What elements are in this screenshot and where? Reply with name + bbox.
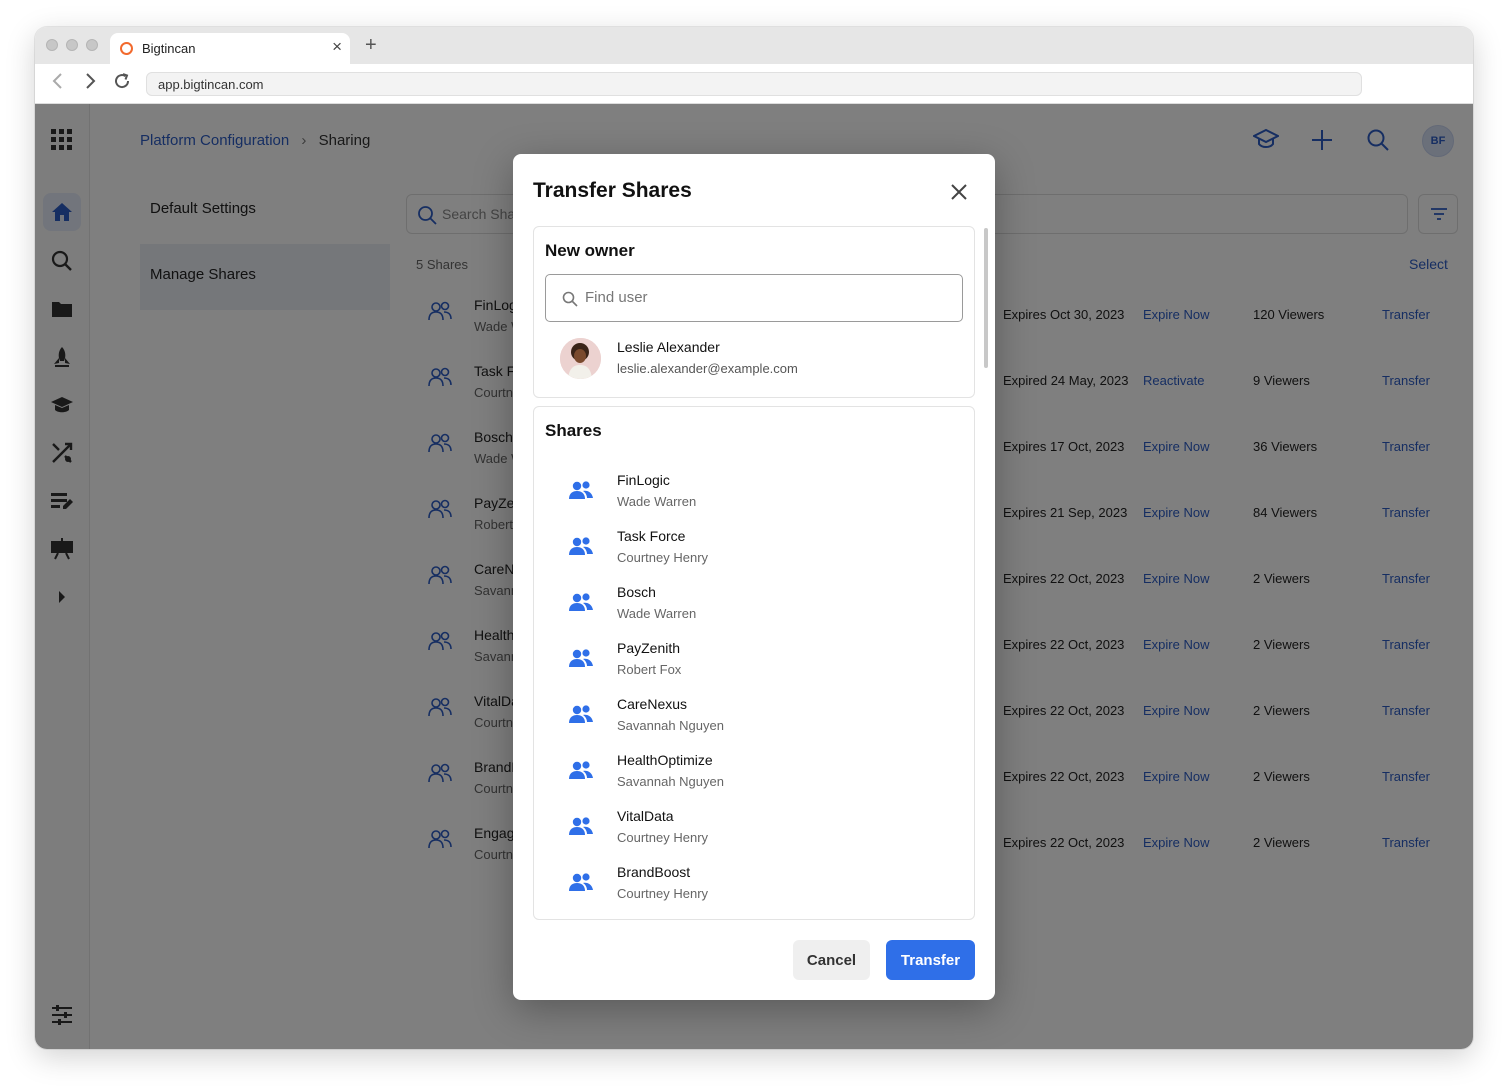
- list-item[interactable]: EngageIQ: [534, 916, 974, 919]
- window-zoom-button[interactable]: [86, 39, 98, 51]
- browser-tab[interactable]: Bigtincan ×: [110, 33, 350, 64]
- share-name: Task Force: [617, 528, 686, 544]
- address-bar[interactable]: app.bigtincan.com: [146, 72, 1362, 96]
- close-icon[interactable]: [947, 180, 971, 204]
- browser-tabbar: Bigtincan × +: [35, 27, 1473, 64]
- share-owner: Courtney Henry: [617, 830, 709, 845]
- tab-title: Bigtincan: [142, 41, 196, 56]
- people-icon: [568, 536, 594, 561]
- find-user-input[interactable]: Find user: [545, 274, 963, 322]
- shares-card: Shares FinLogic Wade Warren Task Force Cour…: [533, 406, 975, 920]
- list-item[interactable]: VitalData Courtney Henry: [534, 804, 974, 860]
- selected-user-email: leslie.alexander@example.com: [617, 361, 798, 376]
- list-item[interactable]: CareNexus Savannah Nguyen: [534, 692, 974, 748]
- browser-window: Bigtincan × + app.bigtincan.com Transfer…: [35, 27, 1473, 1049]
- share-name: Bosch: [617, 584, 656, 600]
- search-icon: [562, 291, 578, 312]
- share-owner: Wade Warren: [617, 606, 697, 621]
- list-item[interactable]: BrandBoost Courtney Henry: [534, 860, 974, 916]
- share-name: CareNexus: [617, 696, 688, 712]
- transfer-shares-modal: Transfer Shares New owner Find user Lesl…: [513, 154, 995, 1000]
- reload-icon[interactable]: [113, 72, 131, 95]
- share-name: FinLogic: [617, 472, 670, 488]
- window-minimize-button[interactable]: [66, 39, 78, 51]
- people-icon: [568, 592, 594, 617]
- browser-toolbar: app.bigtincan.com: [35, 64, 1473, 104]
- find-user-placeholder: Find user: [585, 289, 648, 306]
- modal-title: Transfer Shares: [533, 179, 692, 202]
- share-owner: Savannah Nguyen: [617, 718, 724, 733]
- share-name: BrandBoost: [617, 864, 691, 880]
- forward-icon[interactable]: [83, 72, 97, 95]
- tab-close-icon[interactable]: ×: [332, 37, 342, 57]
- people-icon: [568, 872, 594, 897]
- back-icon[interactable]: [51, 72, 65, 95]
- app: Platform Configuration › Sharing BF Defa…: [35, 104, 1473, 1049]
- user-avatar-photo: [560, 338, 601, 379]
- new-tab-button[interactable]: +: [365, 34, 377, 57]
- window-close-button[interactable]: [46, 39, 58, 51]
- people-icon: [568, 760, 594, 785]
- share-owner: Wade Warren: [617, 494, 697, 509]
- share-name: VitalData: [617, 808, 674, 824]
- selected-user-name[interactable]: Leslie Alexander: [617, 339, 720, 355]
- list-item[interactable]: PayZenith Robert Fox: [534, 636, 974, 692]
- share-name: HealthOptimize: [617, 752, 713, 768]
- shares-heading: Shares: [545, 421, 602, 440]
- people-icon: [568, 648, 594, 673]
- list-item[interactable]: HealthOptimize Savannah Nguyen: [534, 748, 974, 804]
- share-owner: Courtney Henry: [617, 550, 709, 565]
- modal-scrollbar[interactable]: [984, 228, 988, 368]
- share-owner: Courtney Henry: [617, 886, 709, 901]
- list-item[interactable]: Bosch Wade Warren: [534, 580, 974, 636]
- share-name: PayZenith: [617, 640, 681, 656]
- bigtincan-favicon-icon: [120, 42, 133, 55]
- people-icon: [568, 704, 594, 729]
- share-owner: Savannah Nguyen: [617, 774, 724, 789]
- share-owner: Robert Fox: [617, 662, 682, 677]
- new-owner-card: New owner Find user Leslie Alexander les…: [533, 226, 975, 398]
- new-owner-heading: New owner: [545, 241, 635, 260]
- list-item[interactable]: Task Force Courtney Henry: [534, 524, 974, 580]
- cancel-button[interactable]: Cancel: [793, 940, 870, 980]
- list-item[interactable]: FinLogic Wade Warren: [534, 468, 974, 524]
- people-icon: [568, 816, 594, 841]
- people-icon: [568, 480, 594, 505]
- transfer-button[interactable]: Transfer: [886, 940, 975, 980]
